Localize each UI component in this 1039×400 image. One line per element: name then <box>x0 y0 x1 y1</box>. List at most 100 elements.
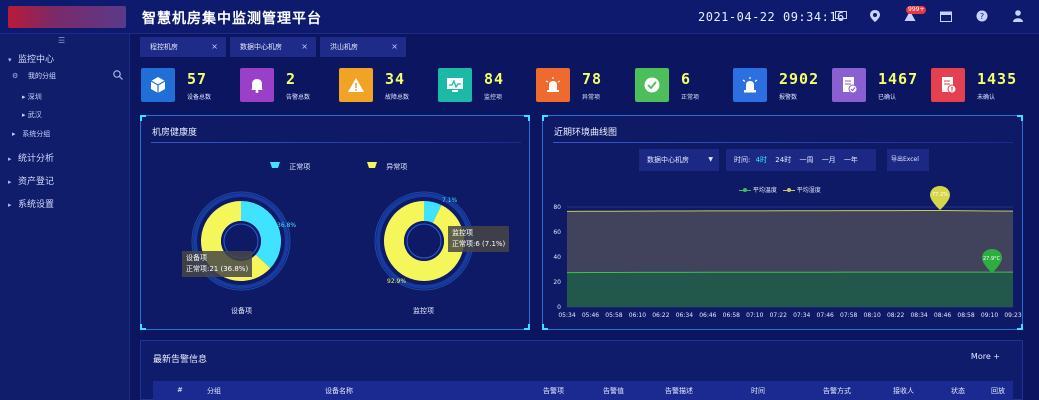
stat-label: 已确认 <box>878 94 897 101</box>
tab-hongshan-room[interactable]: 洪山机房 × <box>320 37 406 57</box>
stat-label: 故障总数 <box>385 94 410 101</box>
legend-humidity[interactable]: 平均湿度 <box>797 187 821 194</box>
x-tick-label: 08:46 <box>934 312 951 319</box>
check-icon <box>635 68 669 102</box>
x-tick-label: 07:34 <box>793 312 810 319</box>
donut-caption-monitor: 监控项 <box>413 307 434 315</box>
sidebar-item-my-group[interactable]: ⚙ 我的分组 <box>12 71 56 81</box>
series-line-平均温度 <box>566 271 1013 274</box>
caret-down-icon: ▼ <box>708 156 713 163</box>
x-tick-label: 07:10 <box>746 312 763 319</box>
x-tick-label: 07:58 <box>840 312 857 319</box>
room-select[interactable]: 数据中心机房 ▼ <box>639 149 719 171</box>
temp-value-label: 27.9°C <box>983 256 1001 262</box>
stat-label: 报警数 <box>779 94 798 101</box>
close-icon[interactable]: × <box>211 37 218 57</box>
range-week[interactable]: 一周 <box>799 156 813 164</box>
y-tick-label: 40 <box>553 254 561 261</box>
column-header: 告警值 <box>603 387 624 395</box>
env-line-chart: 0 20 40 60 80 05:34 05:46 05:58 06:10 06:22 06:34 0… <box>553 204 1021 319</box>
donut-percent-label: 36.8% <box>277 222 297 229</box>
range-24h[interactable]: 24时 <box>775 156 791 164</box>
alarm-light-icon <box>536 68 570 102</box>
sidebar-item-assets[interactable]: ▸ 资产登记 <box>8 174 54 187</box>
legend-temp[interactable]: 平均温度 <box>753 187 777 194</box>
tab-data-center-room[interactable]: 数据中心机房 × <box>230 37 316 57</box>
app-title: 智慧机房集中监测管理平台 <box>142 11 322 27</box>
monitor-icon <box>438 68 472 102</box>
legend-line-humidity-icon <box>782 188 795 192</box>
doc-check-icon <box>832 68 866 102</box>
donut-percent-label: 7.1% <box>442 197 458 204</box>
column-header: 状态 <box>951 387 965 395</box>
range-4h[interactable]: 4时 <box>756 156 767 164</box>
env-panel: 近期环境曲线图 0 20 40 60 80 05:34 05:46 05:58 06:10 06:… <box>542 115 1023 330</box>
x-tick-label: 08:34 <box>910 312 927 319</box>
x-tick-label: 06:22 <box>652 312 669 319</box>
search-icon[interactable] <box>113 70 123 83</box>
chevron-down-icon: ▾ <box>8 56 12 64</box>
x-tick-label: 05:46 <box>582 312 599 319</box>
sidebar-item-statistics[interactable]: ▸ 统计分析 <box>8 151 54 164</box>
calendar-icon[interactable] <box>939 10 953 24</box>
sidebar-item-wuhan[interactable]: ▸ 武汉 <box>22 110 42 120</box>
x-tick-label: 06:10 <box>629 312 646 319</box>
svg-text:?: ? <box>980 12 984 21</box>
stat-value: 2 <box>286 70 297 88</box>
stat-value: 1467 <box>878 70 919 88</box>
column-header: 告警描述 <box>665 387 693 395</box>
top-bar: 智慧机房集中监测管理平台 2021-04-22 09:34:16 999+ ? <box>0 0 1039 34</box>
health-donut-charts <box>191 191 474 291</box>
x-tick-label: 05:34 <box>558 312 575 319</box>
series-area-平均温度 <box>567 272 1013 307</box>
sidebar-item-system-group[interactable]: ▸ 系统分组 <box>12 129 50 139</box>
stat-label: 正常项 <box>681 94 700 101</box>
stat-label: 设备总数 <box>187 94 212 101</box>
x-tick-label: 09:10 <box>981 312 998 319</box>
column-header: # <box>177 386 183 394</box>
range-month[interactable]: 一月 <box>822 156 836 164</box>
close-icon[interactable]: × <box>301 37 308 57</box>
chevron-right-icon: ▸ <box>12 130 16 138</box>
donut-percent-label: 92.9% <box>387 278 407 285</box>
stat-label: 未确认 <box>977 94 996 101</box>
stat-value: 6 <box>681 70 692 88</box>
chevron-right-icon: ▸ <box>8 201 12 209</box>
chevron-right-icon: ▸ <box>8 155 12 163</box>
time-range-group: 时间: 4时 24时 一周 一月 一年 <box>726 149 876 171</box>
sidebar-item-monitor-center[interactable]: ▾ 监控中心 <box>8 52 54 65</box>
x-tick-label: 09:23 <box>1004 312 1021 319</box>
stat-value: 2902 <box>779 70 820 88</box>
y-tick-label: 60 <box>553 229 561 236</box>
warning-icon <box>339 68 373 102</box>
sidebar: ☰ ▾ 监控中心 ⚙ 我的分组 ▸ 深圳 ▸ 武汉 ▸ 系统分组 ▸ 统计分析 ▸ 资产… <box>0 34 130 400</box>
cube-icon <box>141 68 175 102</box>
help-icon[interactable]: ? <box>975 10 989 24</box>
user-icon[interactable] <box>1011 10 1025 24</box>
donut-tooltip-monitor: 监控项 正常项:6 (7.1%) <box>448 226 510 252</box>
alarm-table-header: # 分组 设备名称 告警项 告警值 告警描述 时间 告警方式 接收人 状态 回放 <box>153 381 1013 400</box>
alarm-panel-title: 最新告警信息 <box>153 355 208 365</box>
x-tick-label: 08:58 <box>957 312 974 319</box>
location-icon[interactable] <box>868 10 882 24</box>
tab-switching-room[interactable]: 程控机房 × <box>140 37 226 57</box>
y-tick-label: 0 <box>557 304 561 311</box>
screen-icon[interactable] <box>834 10 848 24</box>
column-header: 告警项 <box>543 387 564 395</box>
more-link[interactable]: More + <box>971 352 1000 361</box>
sidebar-item-shenzhen[interactable]: ▸ 深圳 <box>22 92 42 102</box>
range-year[interactable]: 一年 <box>844 156 858 164</box>
stat-value: 57 <box>187 70 208 88</box>
close-icon[interactable]: × <box>391 37 398 57</box>
column-header: 分组 <box>207 387 221 395</box>
x-tick-label: 05:58 <box>605 312 622 319</box>
export-excel-button[interactable]: 导出Excel <box>887 149 929 171</box>
x-tick-label: 07:46 <box>817 312 834 319</box>
menu-icon[interactable]: ☰ <box>58 36 65 45</box>
sidebar-item-settings[interactable]: ▸ 系统设置 <box>8 197 54 210</box>
stat-label: 异常项 <box>582 94 601 101</box>
y-tick-label: 80 <box>553 204 561 211</box>
stat-value: 34 <box>385 70 406 88</box>
notification-badge: 999+ <box>906 6 927 14</box>
chevron-right-icon: ▸ <box>8 178 12 186</box>
